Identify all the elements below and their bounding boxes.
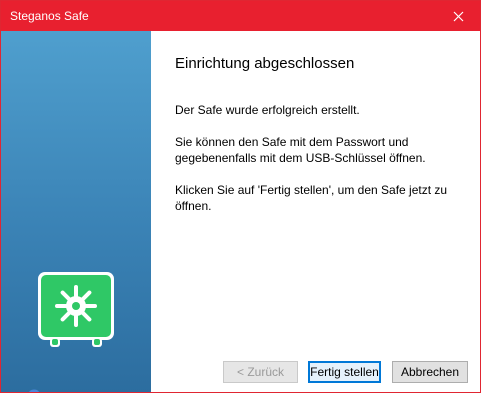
finish-button[interactable]: Fertig stellen [308, 361, 381, 383]
content-panel: Einrichtung abgeschlossen Der Safe wurde… [151, 31, 480, 392]
close-icon [453, 11, 463, 21]
back-button[interactable]: < Zurück [223, 361, 298, 383]
safe-icon [38, 272, 114, 347]
window-title: Steganos Safe [10, 9, 89, 23]
paragraph-finish-instruction: Klicken Sie auf 'Fertig stellen', um den… [175, 183, 448, 213]
title-bar: Steganos Safe [1, 1, 480, 31]
paragraph-success: Der Safe wurde erfolgreich erstellt. [175, 103, 360, 117]
dialog-window: Steganos Safe Einrichtung abgeschlossen … [0, 0, 481, 393]
cancel-button[interactable]: Abbrechen [392, 361, 468, 383]
page-title: Einrichtung abgeschlossen [175, 55, 355, 72]
paragraph-open-info: Sie können den Safe mit dem Passwort und… [175, 135, 426, 165]
help-icon: ? [27, 385, 40, 393]
safe-dial-icon [55, 285, 97, 327]
help-button[interactable]: ? [25, 386, 43, 393]
sidebar-banner: ? [1, 31, 151, 393]
close-button[interactable] [436, 1, 480, 31]
